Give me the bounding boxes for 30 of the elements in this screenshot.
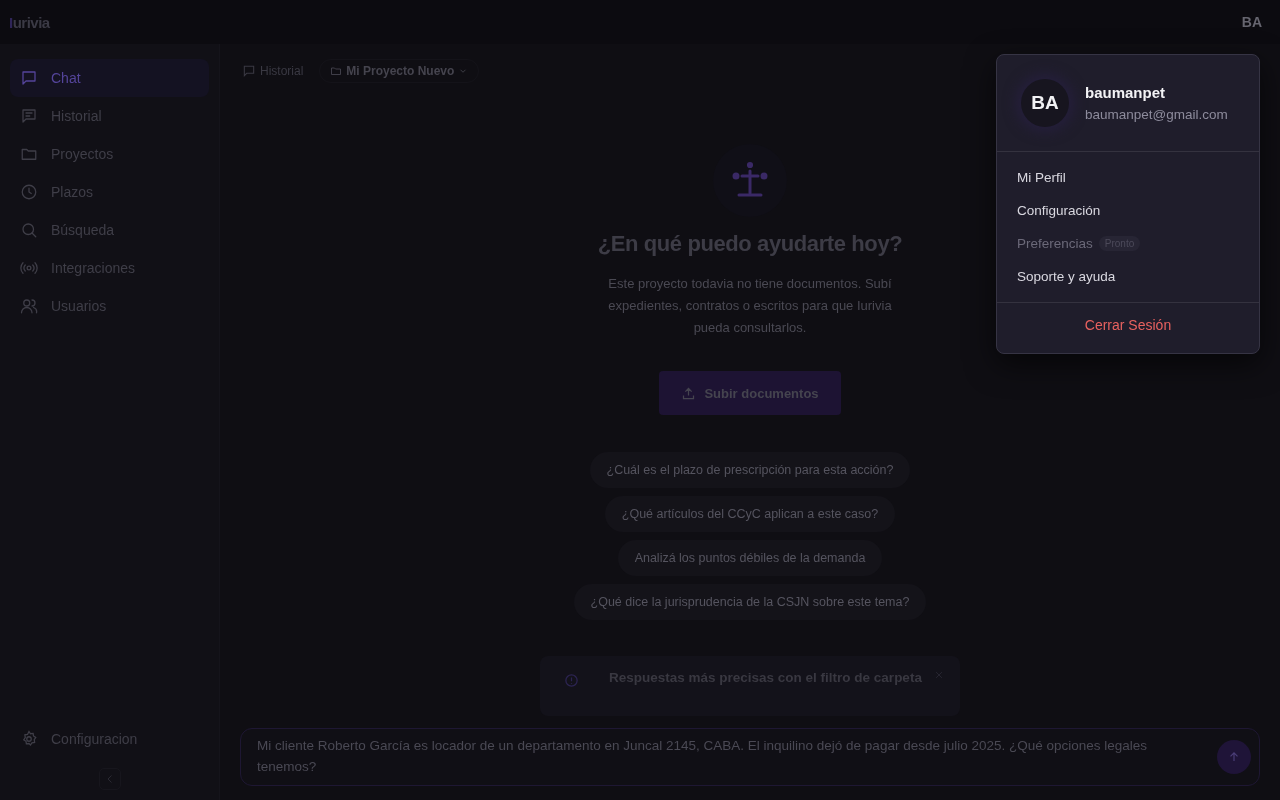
menu-item[interactable]: Soporte y ayuda	[1017, 269, 1116, 284]
logo: Iurivia	[9, 13, 50, 31]
suggestion-chip[interactable]: ¿Qué artículos del CCyC aplican a este caso?	[604, 496, 896, 532]
chat-icon	[20, 69, 38, 87]
sidebar-item[interactable]: Chat	[10, 59, 209, 97]
suggestion-chip[interactable]: ¿Cuál es el plazo de prescripción para esta acción?	[589, 452, 911, 488]
collapse-button[interactable]	[98, 768, 121, 790]
user-email: baumanpet@gmail.com	[1085, 107, 1228, 122]
chat-icon	[242, 64, 256, 78]
user-avatar-button[interactable]: BA	[1241, 14, 1262, 30]
clock-icon	[20, 183, 38, 201]
suggestion-chip[interactable]: Analizá los puntos débiles de la demanda	[617, 540, 883, 576]
settings-icon	[20, 730, 38, 748]
message-input[interactable]: Mi cliente Roberto García es locador de un departamento en Juncal 2145, CABA. El inquilino dejó de pagar desde julio 2025. ¿Qué opciones legales tenemos?	[240, 728, 1260, 786]
message-icon	[20, 107, 38, 125]
menu-item[interactable]: Configuración	[1017, 203, 1101, 218]
suggestion-chip[interactable]: ¿Qué dice la jurisprudencia de la CSJN sobre este tema?	[573, 584, 927, 620]
description: Este proyecto todavia no tiene documentos. Subí expedientes, contratos o escritos para que Iurivia pueda consultarlos.	[607, 275, 893, 338]
logout-button[interactable]: Cerrar Sesión	[1064, 311, 1192, 345]
user-name: baumanpet	[1085, 84, 1166, 101]
folder-icon	[330, 65, 343, 77]
avatar: BA	[1021, 79, 1069, 127]
upload-icon	[681, 385, 697, 401]
menu-item[interactable]: Mi Perfil	[1017, 170, 1066, 185]
users-icon	[20, 297, 38, 315]
signal-icon	[20, 259, 38, 277]
send-button[interactable]	[1217, 740, 1251, 774]
message-field[interactable]: Mi cliente Roberto García es locador de un departamento en Juncal 2145, CABA. El inquilino dejó de pagar desde julio 2025. ¿Qué opciones legales tenemos?	[257, 735, 1217, 779]
info-icon	[564, 673, 579, 688]
search-icon	[20, 221, 38, 239]
